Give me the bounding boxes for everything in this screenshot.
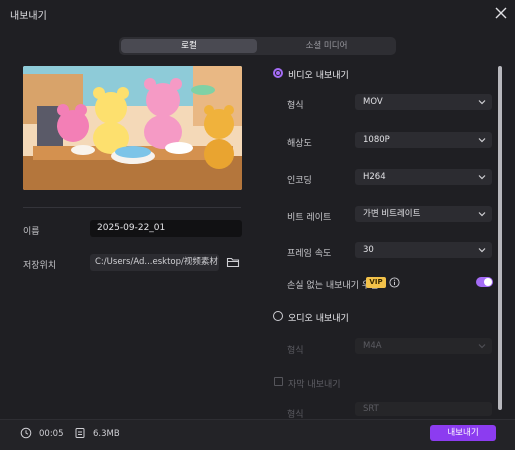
audio-export-title: 오디오 내보내기 xyxy=(288,314,349,324)
format-value: MOV xyxy=(363,97,383,107)
save-location-field[interactable]: C:/Users/Ad...esktop/视频素材 xyxy=(90,254,219,271)
video-thumbnail xyxy=(23,66,242,190)
encoder-label: 인코딩 xyxy=(287,176,312,186)
save-location-label: 저장위치 xyxy=(23,261,57,271)
chevron-down-icon xyxy=(478,248,486,253)
chevron-down-icon xyxy=(478,175,486,180)
resolution-label: 해상도 xyxy=(287,139,312,149)
audio-format-value: M4A xyxy=(363,341,382,351)
format-label: 형식 xyxy=(287,101,304,111)
bitrate-value: 가변 비트레이트 xyxy=(363,209,421,219)
lossless-toggle[interactable] xyxy=(476,277,493,287)
framerate-select[interactable]: 30 xyxy=(355,242,492,258)
info-icon[interactable] xyxy=(389,277,400,288)
framerate-label: 프레임 속도 xyxy=(287,249,332,259)
video-export-title: 비디오 내보내기 xyxy=(288,71,349,81)
subtitle-export-checkbox[interactable] xyxy=(274,377,283,386)
export-button[interactable]: 내보내기 xyxy=(430,425,496,441)
lossless-label: 손실 없는 내보내기 우선 xyxy=(287,281,379,291)
chevron-down-icon xyxy=(478,100,486,105)
vip-badge: VIP xyxy=(366,277,386,288)
scrollbar[interactable] xyxy=(498,66,502,410)
tab-social-media[interactable]: 소셜 미디어 xyxy=(259,39,394,53)
subtitle-format-select[interactable]: SRT xyxy=(355,402,492,416)
close-icon[interactable] xyxy=(493,5,509,21)
video-export-radio[interactable] xyxy=(273,68,283,78)
subtitle-export-title: 자막 내보내기 xyxy=(288,380,341,390)
encoder-select[interactable]: H264 xyxy=(355,169,492,185)
left-divider xyxy=(23,207,241,208)
tab-local[interactable]: 로컬 xyxy=(121,39,257,53)
audio-format-label: 형식 xyxy=(287,346,304,356)
bitrate-select[interactable]: 가변 비트레이트 xyxy=(355,206,492,222)
export-tabs: 로컬 소셜 미디어 xyxy=(119,37,396,55)
chevron-down-icon xyxy=(478,138,486,143)
resolution-value: 1080P xyxy=(363,135,390,145)
resolution-select[interactable]: 1080P xyxy=(355,132,492,148)
duration-text: 00:05 xyxy=(39,429,64,439)
chevron-down-icon xyxy=(478,212,486,217)
audio-format-select[interactable]: M4A xyxy=(355,338,492,354)
chevron-down-icon xyxy=(478,344,486,349)
format-select[interactable]: MOV xyxy=(355,94,492,110)
encoder-value: H264 xyxy=(363,172,386,182)
bitrate-label: 비트 레이트 xyxy=(287,213,332,223)
filename-input[interactable]: 2025-09-22_01 xyxy=(90,220,242,237)
subtitle-format-value: SRT xyxy=(363,404,379,414)
window-title: 내보내기 xyxy=(10,11,47,22)
framerate-value: 30 xyxy=(363,245,374,255)
folder-icon[interactable] xyxy=(226,255,240,269)
file-icon xyxy=(75,428,85,438)
audio-export-radio[interactable] xyxy=(273,311,283,321)
file-size-text: 6.3MB xyxy=(93,429,120,439)
clock-icon xyxy=(20,427,32,439)
title-bar: 내보내기 xyxy=(0,0,515,26)
name-label: 이름 xyxy=(23,227,40,237)
